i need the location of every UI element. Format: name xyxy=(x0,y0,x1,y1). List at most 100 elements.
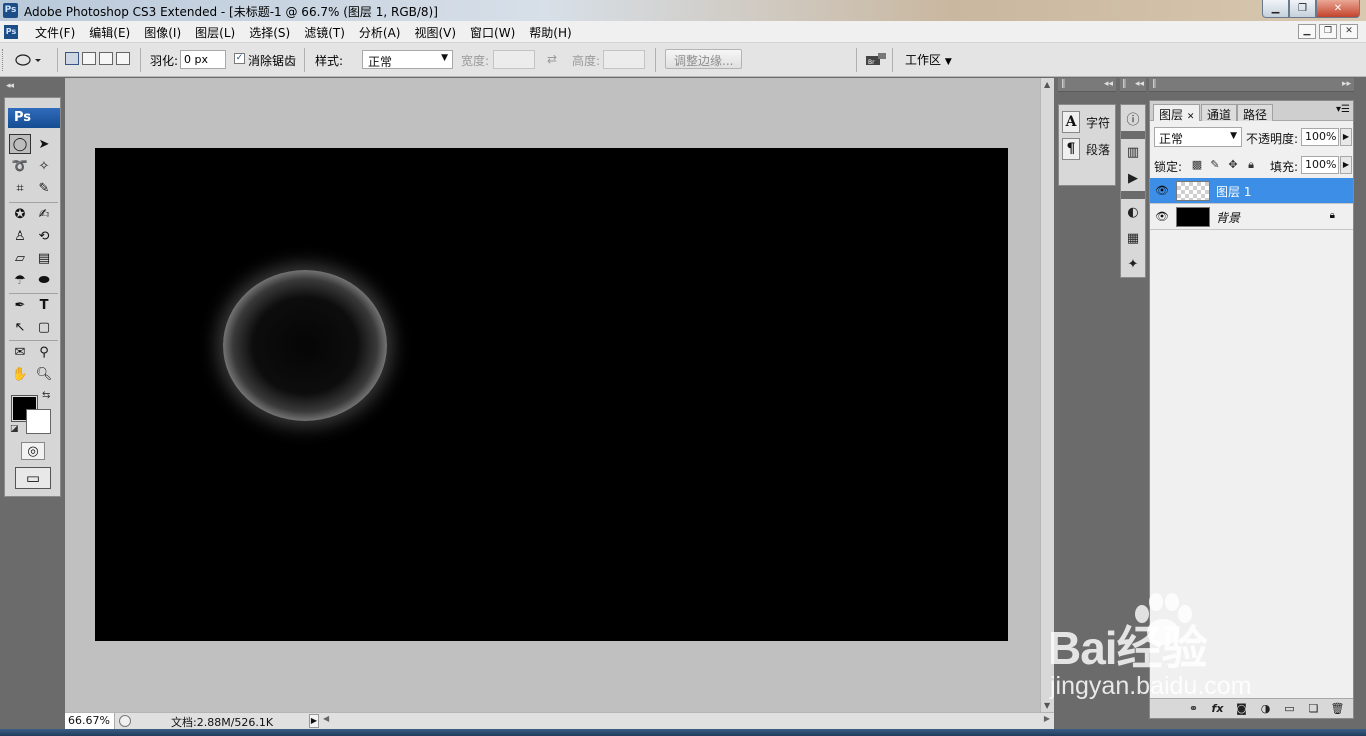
dock-header[interactable]: ‖ ◂◂ xyxy=(1120,78,1146,92)
fx-icon[interactable]: fx xyxy=(1210,701,1225,716)
notes-icon[interactable]: ✉ xyxy=(9,342,31,362)
visibility-eye-icon[interactable]: 👁︎ xyxy=(1154,183,1170,199)
dock-header[interactable]: ‖ ◂◂ xyxy=(1058,78,1116,92)
swap-dimensions-icon[interactable]: ⇄ xyxy=(547,52,557,66)
actions-icon[interactable]: ▶ xyxy=(1121,165,1145,191)
zoom-icon[interactable]: 🔍︎ xyxy=(33,364,55,384)
blend-mode-select[interactable]: 正常 ▼ xyxy=(1154,127,1242,147)
lasso-icon[interactable]: ➰ xyxy=(9,156,31,176)
layer-row[interactable]: 👁︎ 图层 1 xyxy=(1150,178,1353,204)
lock-all-icon[interactable]: 🔒︎ xyxy=(1244,158,1258,172)
status-info-icon[interactable] xyxy=(119,715,131,727)
tab-channels[interactable]: 通道 xyxy=(1201,104,1238,122)
brush-icon[interactable]: ✍ xyxy=(33,204,55,224)
quick-mask-icon[interactable]: ◎ xyxy=(21,442,45,460)
options-bar-grip[interactable] xyxy=(2,49,5,71)
color-icon[interactable]: ◐ xyxy=(1121,199,1145,225)
menu-image[interactable]: 图像(I) xyxy=(137,24,188,41)
info-icon[interactable]: ⓘ xyxy=(1121,105,1145,131)
history-brush-icon[interactable]: ⟲ xyxy=(33,226,55,246)
menu-app-icon[interactable]: Ps xyxy=(4,25,18,39)
new-selection-icon[interactable] xyxy=(65,52,79,65)
bridge-icon[interactable]: Br xyxy=(864,51,888,69)
lock-position-icon[interactable]: ✥ xyxy=(1226,158,1240,172)
fill-input[interactable]: 100% xyxy=(1301,156,1339,174)
zoom-level[interactable]: 66.67% xyxy=(65,713,115,729)
move-icon[interactable]: ➤ xyxy=(33,134,55,154)
collapse-arrows-icon[interactable]: ▸▸ xyxy=(1342,79,1351,89)
default-colors-icon[interactable]: ◪ xyxy=(10,424,19,434)
menu-edit[interactable]: 编辑(E) xyxy=(82,24,137,41)
crop-icon[interactable]: ⌗ xyxy=(9,178,31,198)
menu-view[interactable]: 视图(V) xyxy=(407,24,463,41)
workspace-menu[interactable]: 工作区 ▼ xyxy=(905,51,952,68)
menu-help[interactable]: 帮助(H) xyxy=(522,24,578,41)
scroll-up-icon[interactable]: ▲ xyxy=(1044,80,1050,89)
doc-close-icon[interactable]: ✕ xyxy=(1340,24,1358,39)
panel-menu-icon[interactable]: ▾☰ xyxy=(1336,104,1350,115)
scroll-left-icon[interactable]: ◀ xyxy=(323,714,329,723)
feather-input[interactable]: 0 px xyxy=(180,50,226,69)
menu-file[interactable]: 文件(F) xyxy=(28,24,82,41)
tab-paths[interactable]: 路径 xyxy=(1237,104,1274,122)
hand-icon[interactable]: ✋ xyxy=(9,364,31,384)
close-icon[interactable]: ✕ xyxy=(1187,112,1195,122)
dock-header[interactable]: ‖ ▸▸ xyxy=(1149,78,1354,92)
magic-wand-icon[interactable]: ✧ xyxy=(33,156,55,176)
doc-restore-icon[interactable]: ❐ xyxy=(1319,24,1337,39)
new-layer-icon[interactable]: ❏ xyxy=(1306,701,1321,716)
minimize-icon[interactable]: ▁ xyxy=(1262,0,1289,18)
scroll-right-icon[interactable]: ▶ xyxy=(1044,714,1050,723)
refine-edge-button[interactable]: 调整边缘... xyxy=(665,49,743,69)
dodge-icon[interactable]: ⬬ xyxy=(33,270,55,290)
healing-brush-icon[interactable]: ✪ xyxy=(9,204,31,224)
style-select[interactable]: 正常 ▼ xyxy=(362,50,453,69)
lock-image-pixels-icon[interactable]: ✎ xyxy=(1208,158,1222,172)
maximize-icon[interactable]: ❐ xyxy=(1289,0,1316,18)
styles-icon[interactable]: ✦ xyxy=(1121,251,1145,277)
visibility-eye-icon[interactable]: 👁︎ xyxy=(1154,209,1170,225)
eraser-icon[interactable]: ▱ xyxy=(9,248,31,268)
lock-transparency-icon[interactable]: ▩ xyxy=(1190,158,1204,172)
collapse-arrows-icon[interactable]: ◂◂ xyxy=(1104,79,1113,89)
collapse-arrows-icon[interactable]: ◂◂ xyxy=(6,81,14,91)
menu-window[interactable]: 窗口(W) xyxy=(463,24,522,41)
type-icon[interactable]: T xyxy=(33,295,55,315)
gradient-icon[interactable]: ▤ xyxy=(33,248,55,268)
add-mask-icon[interactable]: ◙ xyxy=(1234,701,1249,716)
eyedropper-icon[interactable]: ⚲ xyxy=(33,342,55,362)
menu-layer[interactable]: 图层(L) xyxy=(188,24,242,41)
path-selection-icon[interactable]: ↖ xyxy=(9,317,31,337)
width-input[interactable] xyxy=(493,50,535,69)
swatches-icon[interactable]: ▦ xyxy=(1121,225,1145,251)
menu-analysis[interactable]: 分析(A) xyxy=(352,24,408,41)
intersect-selection-icon[interactable] xyxy=(116,52,130,65)
background-color-swatch[interactable] xyxy=(26,409,51,434)
collapse-arrows-icon[interactable]: ◂◂ xyxy=(1135,79,1144,89)
elliptical-marquee-preset-icon[interactable] xyxy=(12,51,42,69)
close-icon[interactable]: ✕ xyxy=(1316,0,1360,18)
paragraph-panel-button[interactable]: ¶ 段落 xyxy=(1062,138,1110,160)
opacity-input[interactable]: 100% xyxy=(1301,128,1339,146)
canvas-area[interactable] xyxy=(65,78,1040,712)
antialias-checkbox[interactable]: ✓ xyxy=(234,53,245,64)
height-input[interactable] xyxy=(603,50,645,69)
scroll-down-icon[interactable]: ▼ xyxy=(1044,701,1050,710)
vertical-scrollbar[interactable]: ▲ ▼ xyxy=(1040,78,1054,712)
opacity-slider-arrow-icon[interactable]: ▶ xyxy=(1340,128,1352,146)
clone-stamp-icon[interactable]: ♙ xyxy=(9,226,31,246)
status-menu-arrow-icon[interactable]: ▶ xyxy=(309,714,319,728)
add-to-selection-icon[interactable] xyxy=(82,52,96,65)
new-group-icon[interactable]: ▭ xyxy=(1282,701,1297,716)
tab-layers[interactable]: 图层 ✕ xyxy=(1153,104,1201,122)
subtract-from-selection-icon[interactable] xyxy=(99,52,113,65)
document-canvas[interactable] xyxy=(95,148,1008,641)
character-panel-button[interactable]: A 字符 xyxy=(1062,111,1110,133)
adjustment-layer-icon[interactable]: ◑ xyxy=(1258,701,1273,716)
link-layers-icon[interactable]: ⚭ xyxy=(1186,701,1201,716)
swap-colors-icon[interactable]: ⇆ xyxy=(42,390,50,401)
elliptical-marquee-icon[interactable]: ◯ xyxy=(9,134,31,154)
rectangle-shape-icon[interactable]: ▢ xyxy=(33,317,55,337)
slice-icon[interactable]: ✎ xyxy=(33,178,55,198)
fill-slider-arrow-icon[interactable]: ▶ xyxy=(1340,156,1352,174)
